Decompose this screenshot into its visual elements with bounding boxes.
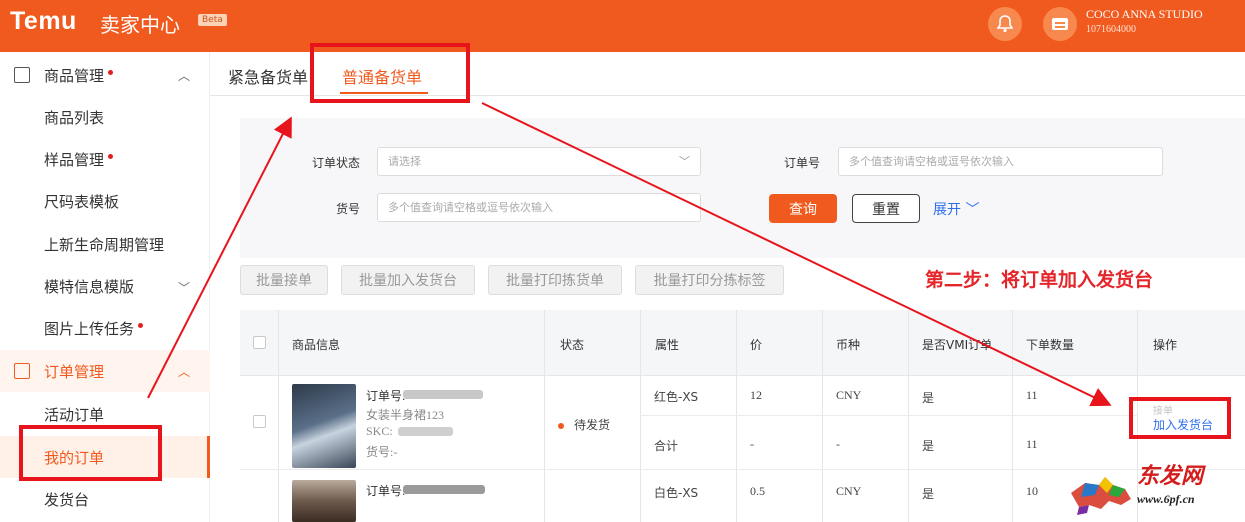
quantity-value: 11 [1026, 388, 1038, 402]
order-no-input[interactable]: 多个值查询请空格或逗号依次输入 [838, 147, 1163, 176]
red-dot-badge [138, 322, 144, 328]
redacted-value [398, 427, 453, 436]
sidebar-item-lifecycle[interactable]: 上新生命周期管理 [0, 223, 210, 265]
col-status: 状态 [560, 338, 585, 352]
sidebar-item-label: 尺码表模板 [44, 192, 120, 211]
app-title: 卖家中心 [100, 13, 180, 37]
product-name: 女装半身裙123 [366, 408, 445, 422]
order-status-select[interactable]: 请选择 ﹀ [377, 147, 701, 176]
sidebar-item-label: 上新生命周期管理 [44, 235, 165, 254]
step-annotation: 第二步：将订单加入发货台 [925, 269, 1154, 291]
chevron-down-icon: ﹀ [177, 281, 190, 295]
status-badge: 待发货 [558, 416, 610, 433]
select-placeholder: 请选择 [388, 155, 421, 168]
redacted-value [403, 390, 483, 399]
price-value: 12 [750, 388, 762, 402]
batch-accept-button[interactable]: 批量接单 [240, 265, 328, 295]
reset-button[interactable]: 重置 [852, 194, 920, 223]
col-quantity: 下单数量 [1026, 338, 1075, 352]
price-value: - [750, 437, 754, 451]
red-dot-badge [108, 69, 114, 75]
search-button[interactable]: 查询 [769, 194, 837, 223]
col-currency: 币种 [836, 338, 861, 352]
attribute-value: 红色-XS [654, 390, 699, 404]
currency-value: CNY [836, 388, 862, 402]
chevron-up-icon: ︿ [177, 365, 190, 379]
quantity-value: 10 [1026, 484, 1038, 498]
store-avatar-icon[interactable] [1043, 7, 1077, 41]
sidebar-item-image-upload[interactable]: 图片上传任务 [0, 307, 210, 349]
tab-urgent-stock[interactable]: 紧急备货单 [228, 64, 308, 88]
sidebar-group-label: 商品管理 [44, 66, 105, 85]
currency-value: CNY [836, 484, 862, 498]
brand-logo[interactable]: Temu [10, 7, 77, 36]
col-product-info: 商品信息 [292, 338, 341, 352]
sidebar-item-sample[interactable]: 样品管理 [0, 138, 210, 180]
order-number: 订单号: [366, 484, 406, 498]
item-number: 货号:- [366, 445, 398, 459]
status-dot-icon [558, 422, 564, 429]
chevron-down-icon: ﹀ [965, 202, 980, 218]
red-dot-badge [108, 153, 114, 159]
highlight-box-my-orders [19, 425, 162, 481]
watermark-text: 东发网 [1137, 464, 1204, 489]
select-all-checkbox[interactable] [253, 336, 266, 349]
sidebar-item-product-list[interactable]: 商品列表 [0, 96, 210, 138]
sidebar-item-shipping-desk[interactable]: 发货台 [0, 478, 210, 520]
sidebar-item-label: 活动订单 [44, 405, 105, 424]
col-actions: 操作 [1153, 338, 1178, 352]
watermark-url: www.6pf.cn [1137, 492, 1195, 506]
status-label: 待发货 [574, 418, 611, 432]
product-management-icon [14, 67, 30, 83]
sidebar-item-label: 发货台 [44, 490, 90, 509]
col-price: 价 [750, 338, 763, 352]
sidebar-item-label: 模特信息模版 [44, 277, 135, 296]
item-no-input[interactable]: 多个值查询请空格或逗号依次输入 [377, 193, 701, 222]
quantity-value: 11 [1026, 437, 1038, 451]
sidebar-item-label: 商品列表 [44, 108, 105, 127]
sidebar-item-label: 图片上传任务 [44, 319, 135, 338]
batch-print-labels-button[interactable]: 批量打印分拣标签 [635, 265, 784, 295]
batch-add-to-shipping-button[interactable]: 批量加入发货台 [341, 265, 475, 295]
col-vmi: 是否VMI订单 [922, 338, 993, 352]
beta-badge: Beta [198, 14, 227, 26]
product-skc: SKC: [366, 424, 393, 438]
notification-bell-icon[interactable] [988, 7, 1022, 41]
redacted-value [403, 485, 485, 494]
row-checkbox[interactable] [253, 415, 266, 428]
price-value: 0.5 [750, 484, 765, 498]
store-name[interactable]: COCO ANNA STUDIO [1086, 7, 1203, 22]
vmi-value: 是 [922, 391, 935, 405]
vmi-value: 是 [922, 439, 935, 453]
order-number: 订单号: [366, 389, 406, 403]
sidebar-group-label: 订单管理 [44, 362, 105, 381]
order-no-label: 订单号 [783, 156, 820, 170]
order-status-label: 订单状态 [311, 156, 360, 170]
top-bar: Temu 卖家中心 Beta COCO ANNA STUDIO 10716040… [0, 0, 1245, 52]
highlight-box-add-shipping [1129, 397, 1231, 439]
table-header [240, 310, 1245, 376]
vmi-value: 是 [922, 487, 935, 501]
currency-value: - [836, 437, 840, 451]
chevron-up-icon: ︿ [177, 69, 190, 83]
sidebar-group-product[interactable]: 商品管理 ︿ [0, 54, 210, 96]
filter-panel [240, 118, 1245, 258]
sidebar-item-model-template[interactable]: 模特信息模版 ﹀ [0, 265, 210, 307]
expand-filters-link[interactable]: 展开 ﹀ [933, 199, 979, 219]
sidebar-item-size-template[interactable]: 尺码表模板 [0, 180, 210, 222]
product-thumbnail[interactable] [292, 384, 356, 468]
highlight-box-tab [310, 43, 470, 103]
col-attribute: 属性 [655, 338, 680, 352]
expand-label: 展开 [933, 202, 961, 218]
sidebar-item-label: 样品管理 [44, 150, 105, 169]
batch-print-picking-button[interactable]: 批量打印拣货单 [488, 265, 622, 295]
chevron-down-icon: ﹀ [679, 155, 690, 168]
order-management-icon [14, 363, 30, 379]
attribute-value: 白色-XS [654, 486, 699, 500]
attribute-total: 合计 [654, 439, 679, 453]
sidebar-group-order[interactable]: 订单管理 ︿ [0, 350, 210, 392]
product-thumbnail[interactable] [292, 480, 356, 522]
item-no-label: 货号 [335, 202, 360, 216]
store-id: 1071604000 [1086, 24, 1136, 35]
